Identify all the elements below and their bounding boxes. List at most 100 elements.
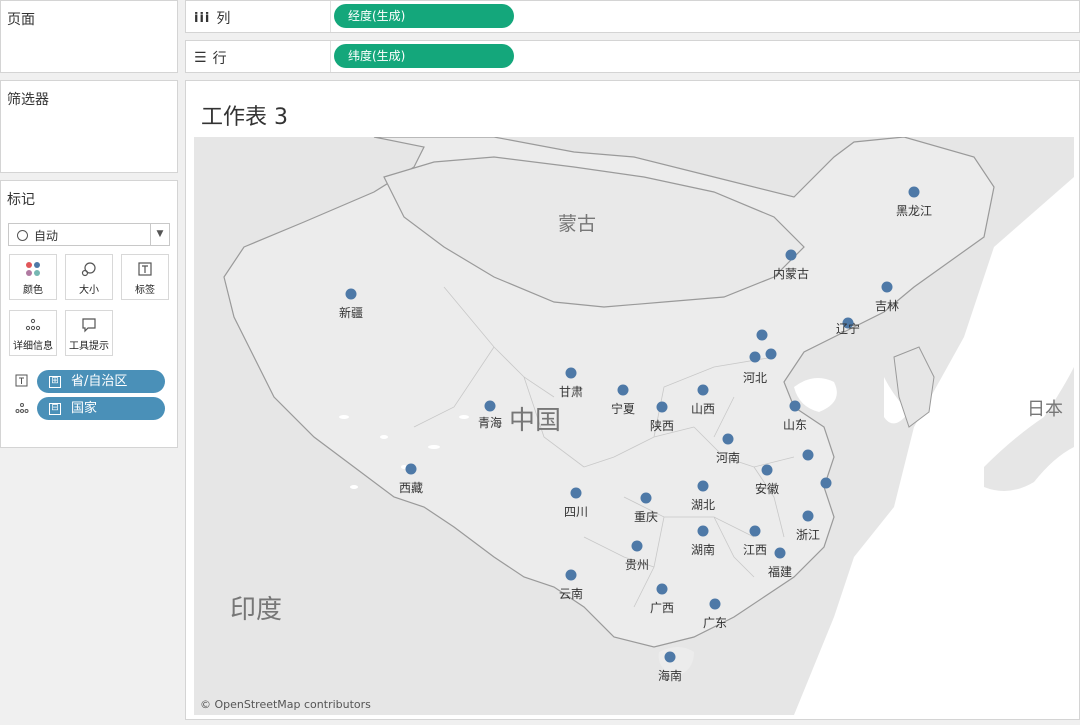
province-dot[interactable] bbox=[749, 351, 761, 363]
province-dot[interactable] bbox=[785, 249, 797, 261]
province-label: 重庆 bbox=[634, 510, 658, 524]
province-label: 湖北 bbox=[691, 497, 715, 512]
province-dot[interactable] bbox=[697, 480, 709, 492]
marks-card: 标记 自动 ▼ 颜色 大小 标签 详细信息 工具提示 ⊞ 省/自治区 ⊟ 国家 bbox=[0, 180, 178, 448]
province-label: 湖南 bbox=[691, 542, 715, 557]
worksheet: 工作表 3 蒙古 中国 印度 日本 黑龙江 内蒙古吉林 辽宁 新疆 河北 甘肃 … bbox=[185, 80, 1080, 720]
province-dot[interactable] bbox=[802, 510, 814, 522]
province-dot[interactable] bbox=[881, 281, 893, 293]
size-button-label: 大小 bbox=[79, 285, 99, 296]
size-button[interactable]: 大小 bbox=[65, 254, 113, 300]
province-dot[interactable] bbox=[345, 288, 357, 300]
filters-card[interactable]: 筛选器 bbox=[0, 80, 178, 173]
province-dot[interactable] bbox=[565, 367, 577, 379]
color-button-label: 颜色 bbox=[23, 285, 43, 296]
province-dot[interactable] bbox=[697, 525, 709, 537]
province-dot[interactable] bbox=[709, 598, 721, 610]
province-dot[interactable] bbox=[722, 433, 734, 445]
columns-shelf[interactable]: iii 列 经度(生成) bbox=[185, 0, 1080, 33]
province-label: 广西 bbox=[650, 601, 674, 615]
province-field-pill[interactable]: ⊞ 省/自治区 bbox=[37, 370, 165, 393]
pages-title: 页面 bbox=[7, 12, 35, 28]
province-label: 贵州 bbox=[625, 558, 649, 572]
expand-icon[interactable]: ⊞ bbox=[49, 375, 61, 388]
taiwan-land bbox=[804, 592, 820, 637]
country-field-pill[interactable]: ⊟ 国家 bbox=[37, 397, 165, 420]
chevron-down-icon[interactable]: ▼ bbox=[150, 224, 169, 245]
collapse-icon[interactable]: ⊟ bbox=[49, 402, 61, 415]
province-dot[interactable] bbox=[697, 384, 709, 396]
province-label: 甘肃 bbox=[559, 385, 583, 399]
pages-card[interactable]: 页面 bbox=[0, 0, 178, 73]
map-canvas[interactable]: 蒙古中国印度 日本 黑龙江内蒙古吉林辽宁 新疆河北甘肃宁夏 山西陕西 青海 山东河南西藏 安… bbox=[194, 137, 1074, 715]
province-dot[interactable] bbox=[565, 569, 577, 581]
province-dot[interactable] bbox=[774, 547, 786, 559]
province-dot[interactable] bbox=[765, 348, 777, 360]
province-label: 青海 bbox=[478, 415, 502, 430]
province-dot[interactable] bbox=[631, 540, 643, 552]
circle-icon bbox=[17, 230, 28, 241]
rows-shelf-label: 行 bbox=[212, 51, 227, 67]
label-icon bbox=[122, 261, 168, 279]
province-label: 广东 bbox=[703, 616, 727, 630]
province-dot[interactable] bbox=[664, 651, 676, 663]
longitude-pill[interactable]: 经度(生成) bbox=[334, 4, 514, 28]
detail-button[interactable]: 详细信息 bbox=[9, 310, 57, 356]
province-label: 河北 bbox=[743, 371, 767, 385]
province-dot[interactable] bbox=[756, 329, 768, 341]
province-label: 辽宁 bbox=[836, 321, 860, 336]
tooltip-button[interactable]: 工具提示 bbox=[65, 310, 113, 356]
detail-icon bbox=[15, 402, 29, 417]
province-label: 内蒙古 bbox=[773, 266, 809, 281]
tooltip-icon bbox=[66, 317, 112, 335]
mark-type-dropdown[interactable]: 自动 ▼ bbox=[8, 223, 170, 246]
latitude-pill[interactable]: 纬度(生成) bbox=[334, 44, 514, 68]
label-button[interactable]: 标签 bbox=[121, 254, 169, 300]
map-view[interactable]: 蒙古 中国 印度 日本 黑龙江 内蒙古 吉林 辽宁 新疆 河北 甘肃 宁夏 山西 陕西 青海 山东 河南 西藏 安… bbox=[194, 137, 1074, 715]
province-dot[interactable] bbox=[802, 449, 814, 461]
province-label: 海南 bbox=[658, 668, 682, 683]
province-dot[interactable] bbox=[656, 401, 668, 413]
map-attribution[interactable]: © OpenStreetMap contributors bbox=[200, 698, 371, 711]
color-button[interactable]: 颜色 bbox=[9, 254, 57, 300]
filters-title: 筛选器 bbox=[7, 92, 49, 108]
province-dot[interactable] bbox=[617, 384, 629, 396]
detail-button-label: 详细信息 bbox=[13, 341, 53, 352]
country-label: 蒙古 bbox=[558, 213, 596, 235]
color-dots-icon bbox=[10, 261, 56, 279]
country-label: 中国 bbox=[509, 406, 561, 436]
province-label: 陕西 bbox=[650, 418, 674, 433]
marks-title: 标记 bbox=[7, 192, 35, 208]
province-label: 云南 bbox=[559, 586, 583, 601]
province-label: 吉林 bbox=[875, 299, 899, 313]
province-dot[interactable] bbox=[908, 186, 920, 198]
province-label: 江西 bbox=[743, 543, 767, 557]
province-dot[interactable] bbox=[656, 583, 668, 595]
province-dot[interactable] bbox=[761, 464, 773, 476]
province-label: 浙江 bbox=[796, 528, 820, 542]
province-label: 河南 bbox=[716, 450, 740, 465]
province-label: 山东 bbox=[783, 418, 807, 432]
mark-type-label: 自动 bbox=[34, 229, 59, 243]
province-dot[interactable] bbox=[640, 492, 652, 504]
province-dot[interactable] bbox=[484, 400, 496, 412]
country-label: 日本 bbox=[1027, 399, 1063, 420]
province-dot[interactable] bbox=[749, 525, 761, 537]
detail-icon bbox=[10, 317, 56, 335]
columns-shelf-label: 列 bbox=[216, 11, 231, 27]
columns-icon: iii bbox=[194, 10, 211, 26]
province-label: 四川 bbox=[564, 505, 588, 519]
province-label: 福建 bbox=[768, 564, 792, 579]
label-button-label: 标签 bbox=[135, 285, 155, 296]
province-dot[interactable] bbox=[405, 463, 417, 475]
province-label: 新疆 bbox=[339, 305, 363, 320]
province-label: 安徽 bbox=[755, 481, 779, 496]
province-dot[interactable] bbox=[570, 487, 582, 499]
country-field-label: 国家 bbox=[71, 401, 98, 416]
province-dot[interactable] bbox=[789, 400, 801, 412]
bay-area bbox=[794, 378, 837, 412]
province-dot[interactable] bbox=[820, 477, 832, 489]
province-field-label: 省/自治区 bbox=[71, 374, 128, 389]
sheet-title: 工作表 3 bbox=[201, 105, 288, 130]
rows-shelf[interactable]: ☰ 行 纬度(生成) bbox=[185, 40, 1080, 73]
